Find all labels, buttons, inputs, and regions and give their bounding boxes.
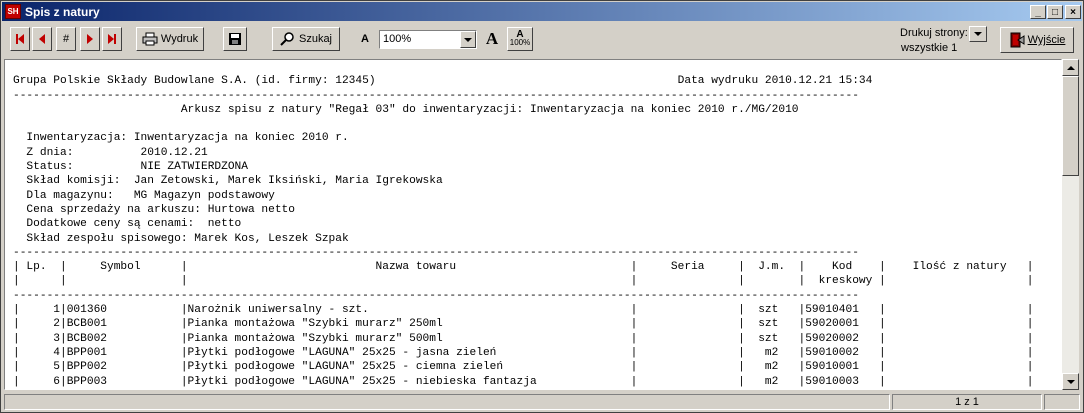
report-line: | 7|BPP004 |Płytki podłogowe "LAGUNA" 25… [13, 389, 1053, 390]
report-line: | 3|BCB002 |Pianka montażowa "Szybki mur… [13, 332, 1034, 345]
goto-page-button[interactable]: # [56, 27, 76, 51]
report-line: Dla magazynu: MG Magazyn podstawowy [13, 189, 275, 202]
vertical-scrollbar[interactable] [1062, 59, 1079, 390]
report-line: | Lp. | Symbol | Nazwa towaru | Seria | … [13, 261, 1034, 274]
maximize-button[interactable]: □ [1047, 5, 1063, 19]
report-line: | | | | | | kreskowy | | [13, 275, 1034, 288]
search-icon [280, 32, 294, 46]
report-viewport[interactable]: Grupa Polskie Składy Budowlane S.A. (id.… [4, 59, 1062, 390]
font-decrease-icon: A [361, 33, 369, 45]
zoom-dropdown-button[interactable] [460, 31, 476, 48]
decrease-font-button[interactable]: A [354, 28, 376, 50]
report-line: Status: NIE ZATWIERDZONA [13, 161, 248, 174]
report-line [13, 60, 1053, 74]
print-label: Wydruk [160, 33, 199, 45]
zoom-100-button[interactable]: A 100% [507, 27, 533, 51]
report-line: Dodatkowe ceny są cenami: netto [13, 218, 242, 231]
status-cell-empty [4, 394, 890, 410]
status-bar: 1 z 1 [2, 392, 1082, 412]
chevron-down-icon [1066, 379, 1075, 384]
close-button[interactable]: × [1065, 5, 1081, 19]
report-preview-window: SH Spis z natury _ □ × # Wydruk Szukaj A… [0, 0, 1084, 413]
minimize-button[interactable]: _ [1030, 5, 1046, 19]
report-line: Cena sprzedaży na arkuszu: Hurtowa netto [13, 203, 295, 216]
report-text: Grupa Polskie Składy Budowlane S.A. (id.… [13, 60, 1053, 390]
report-line: | 2|BCB001 |Pianka montażowa "Szybki mur… [13, 318, 1034, 331]
first-page-button[interactable] [10, 27, 30, 51]
title-bar: SH Spis z natury _ □ × [2, 2, 1082, 21]
report-line: Z dnia: 2010.12.21 [13, 146, 208, 159]
print-pages-dropdown-button[interactable] [969, 26, 987, 42]
toolbar: # Wydruk Szukaj A 100% A A 100% Drukuj s… [2, 22, 1082, 58]
report-line: Grupa Polskie Składy Budowlane S.A. (id.… [13, 75, 873, 88]
report-line: Skład komisji: Jan Zetowski, Marek Iksiń… [13, 175, 443, 188]
exit-label: Wyjście [1027, 34, 1066, 46]
report-line: ----------------------------------------… [13, 289, 859, 302]
page-indicator: 1 z 1 [892, 394, 1042, 410]
scroll-thumb[interactable] [1062, 76, 1079, 176]
printer-icon [142, 32, 158, 46]
scroll-up-button[interactable] [1062, 59, 1079, 76]
report-line: Inwentaryzacja: Inwentaryzacja na koniec… [13, 132, 349, 145]
zoom-100-label: 100% [509, 38, 531, 47]
save-button[interactable] [223, 27, 247, 51]
chevron-down-icon [464, 37, 472, 42]
exit-door-icon [1010, 32, 1025, 48]
zoom-value: 100% [383, 33, 412, 45]
exit-button[interactable]: Wyjście [1000, 27, 1074, 53]
report-line: | 4|BPP001 |Płytki podłogowe "LAGUNA" 25… [13, 346, 1034, 359]
report-line: | 6|BPP003 |Płytki podłogowe "LAGUNA" 25… [13, 375, 1034, 388]
last-page-button[interactable] [102, 27, 122, 51]
print-button[interactable]: Wydruk [136, 27, 204, 51]
scroll-down-button[interactable] [1062, 373, 1079, 390]
zoom-select[interactable]: 100% [379, 30, 477, 49]
search-button[interactable]: Szukaj [272, 27, 340, 51]
last-page-icon [108, 34, 116, 44]
first-page-icon [16, 34, 24, 44]
status-cell-extra [1044, 394, 1080, 410]
search-label: Szukaj [298, 33, 333, 45]
increase-font-button[interactable]: A [481, 28, 503, 50]
report-line: ----------------------------------------… [13, 246, 859, 259]
report-line: Skład zespołu spisowego: Marek Kos, Lesz… [13, 232, 349, 245]
app-icon: SH [5, 4, 21, 19]
previous-page-icon [39, 34, 45, 44]
report-line: | 5|BPP002 |Płytki podłogowe "LAGUNA" 25… [13, 361, 1034, 374]
chevron-down-icon [974, 32, 982, 36]
previous-page-button[interactable] [32, 27, 52, 51]
floppy-disk-icon [229, 33, 241, 45]
report-line [13, 117, 1053, 131]
report-line: Arkusz spisu z natury "Regał 03" do inwe… [13, 103, 799, 116]
report-line: | 1|001360 |Narożnik uniwersalny - szt. … [13, 304, 1034, 317]
font-increase-icon: A [485, 29, 499, 48]
window-title: Spis z natury [25, 4, 100, 19]
print-pages-label: Drukuj strony: [900, 27, 968, 39]
chevron-up-icon [1066, 65, 1075, 70]
report-line: ----------------------------------------… [13, 89, 859, 102]
next-page-icon [87, 34, 93, 44]
print-pages-value: wszystkie 1 [901, 42, 958, 54]
next-page-button[interactable] [80, 27, 100, 51]
